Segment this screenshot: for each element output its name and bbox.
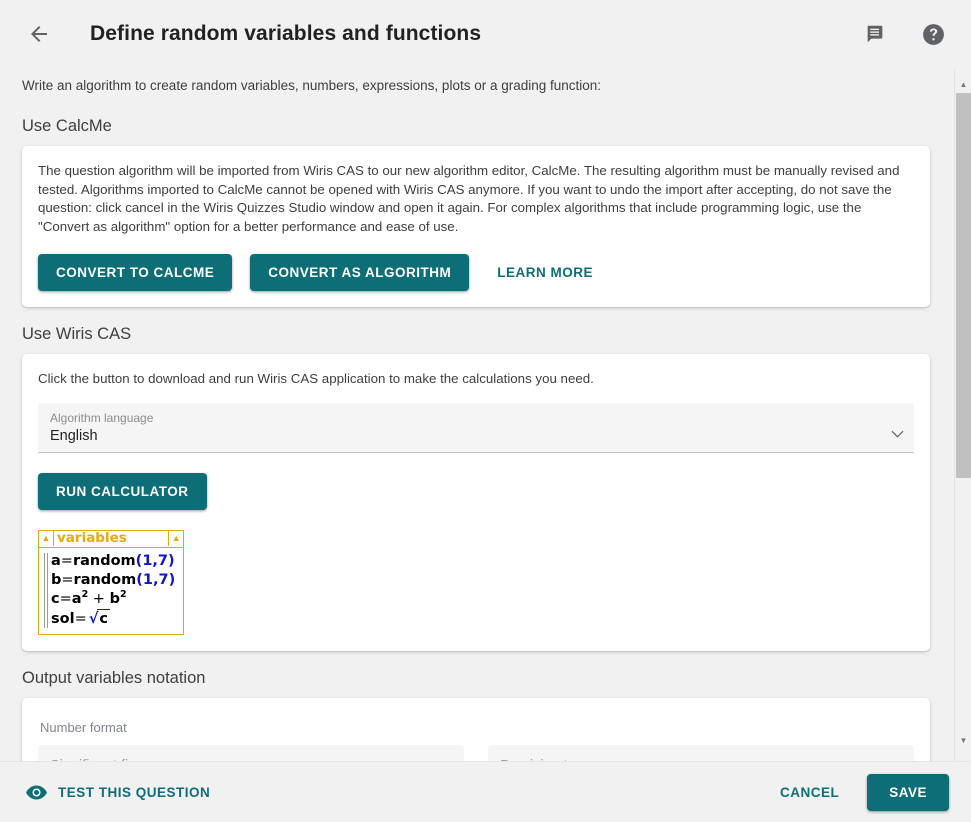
math-args-2: 1,7 xyxy=(142,571,169,588)
number-format-field-row: Significant figures Precision type xyxy=(38,744,914,762)
comment-icon xyxy=(867,25,883,43)
test-this-question-label: TEST THIS QUESTION xyxy=(58,784,211,800)
math-line-b: b=random(1,7) xyxy=(51,571,176,588)
math-lhs-sol: sol xyxy=(51,610,75,627)
scroll-up-arrow[interactable]: ▲ xyxy=(955,76,971,93)
wiris-card: Click the button to download and run Wir… xyxy=(22,354,930,651)
page-title: Define random variables and functions xyxy=(90,22,482,45)
chevron-down-icon xyxy=(891,425,904,443)
back-button[interactable] xyxy=(22,17,56,51)
calcme-description: The question algorithm will be imported … xyxy=(38,163,900,234)
math-args-1: 1,7 xyxy=(142,552,168,569)
group-bracket xyxy=(44,552,48,628)
number-format-label: Number format xyxy=(40,719,127,735)
learn-more-link[interactable]: LEARN MORE xyxy=(493,254,597,291)
math-line-c: c=a2 + b2 xyxy=(51,588,127,607)
convert-as-algorithm-button[interactable]: CONVERT AS ALGORITHM xyxy=(250,254,470,291)
scroll-region: Write an algorithm to create random vari… xyxy=(0,68,971,761)
scrollbar-thumb[interactable] xyxy=(956,93,971,478)
vertical-scrollbar[interactable]: ▲ ▼ xyxy=(954,68,971,761)
comment-button[interactable] xyxy=(857,16,893,52)
precision-type-select[interactable]: Precision type xyxy=(488,744,914,762)
math-fn-random-1: random xyxy=(72,552,136,569)
section-title-calcme: Use CalcMe xyxy=(22,117,112,135)
calcme-button-row: CONVERT TO CALCME CONVERT AS ALGORITHM L… xyxy=(38,254,914,291)
significant-figures-placeholder: Significant figures xyxy=(50,756,434,762)
algorithm-language-label: Algorithm language xyxy=(50,410,154,425)
variables-block-header[interactable]: ▲ variables ▲ xyxy=(39,531,184,548)
math-fn-random-2: random xyxy=(73,571,137,588)
math-line-a: a=random(1,7) xyxy=(51,552,175,569)
section-title-wiris: Use Wiris CAS xyxy=(22,325,132,343)
cancel-button[interactable]: CANCEL xyxy=(766,775,853,810)
action-bar: TEST THIS QUESTION CANCEL SAVE xyxy=(0,761,971,822)
output-notation-card: Number format Significant figures Precis… xyxy=(22,697,930,762)
scroll-down-arrow[interactable]: ▼ xyxy=(955,732,971,749)
intro-text: Write an algorithm to create random vari… xyxy=(22,78,602,93)
triangle-up-icon-left[interactable]: ▲ xyxy=(40,534,52,543)
math-lhs-b: b xyxy=(51,571,62,588)
sqrt-icon: √c xyxy=(88,608,110,627)
scroll-content: Write an algorithm to create random vari… xyxy=(0,68,952,761)
help-circle-icon xyxy=(922,23,944,45)
eye-icon xyxy=(26,785,47,800)
variables-block-body[interactable]: a=random(1,7) b=random(1,7) c=a2 + b2 so… xyxy=(39,548,183,634)
precision-type-placeholder: Precision type xyxy=(500,756,884,762)
save-button[interactable]: SAVE xyxy=(867,773,949,811)
help-button[interactable] xyxy=(915,16,951,52)
window-header: Define random variables and functions xyxy=(0,0,971,68)
math-line-sol: sol= √c xyxy=(51,608,110,627)
significant-figures-select[interactable]: Significant figures xyxy=(38,744,464,762)
run-calculator-button[interactable]: RUN CALCULATOR xyxy=(38,472,207,510)
calcme-card: The question algorithm will be imported … xyxy=(22,146,930,307)
section-title-output-notation: Output variables notation xyxy=(22,668,206,687)
algorithm-language-select[interactable]: Algorithm language English xyxy=(38,402,914,453)
wiris-description: Click the button to download and run Wir… xyxy=(38,371,594,386)
question-editor-window: Define random variables and functions Wr… xyxy=(0,0,971,822)
math-lhs-a: a xyxy=(51,552,61,569)
math-lhs-c: c xyxy=(51,590,60,607)
convert-to-calcme-button[interactable]: CONVERT TO CALCME xyxy=(38,254,233,291)
arrow-left-icon xyxy=(31,26,47,42)
run-calculator-row: RUN CALCULATOR xyxy=(38,472,914,510)
triangle-up-icon-right[interactable]: ▲ xyxy=(170,534,182,543)
variables-block[interactable]: ▲ variables ▲ a=random(1,7) b=random(1,7… xyxy=(38,529,185,635)
variables-block-title: variables xyxy=(53,531,170,546)
algorithm-language-value: English xyxy=(50,427,98,444)
test-this-question-button[interactable]: TEST THIS QUESTION xyxy=(26,785,210,800)
